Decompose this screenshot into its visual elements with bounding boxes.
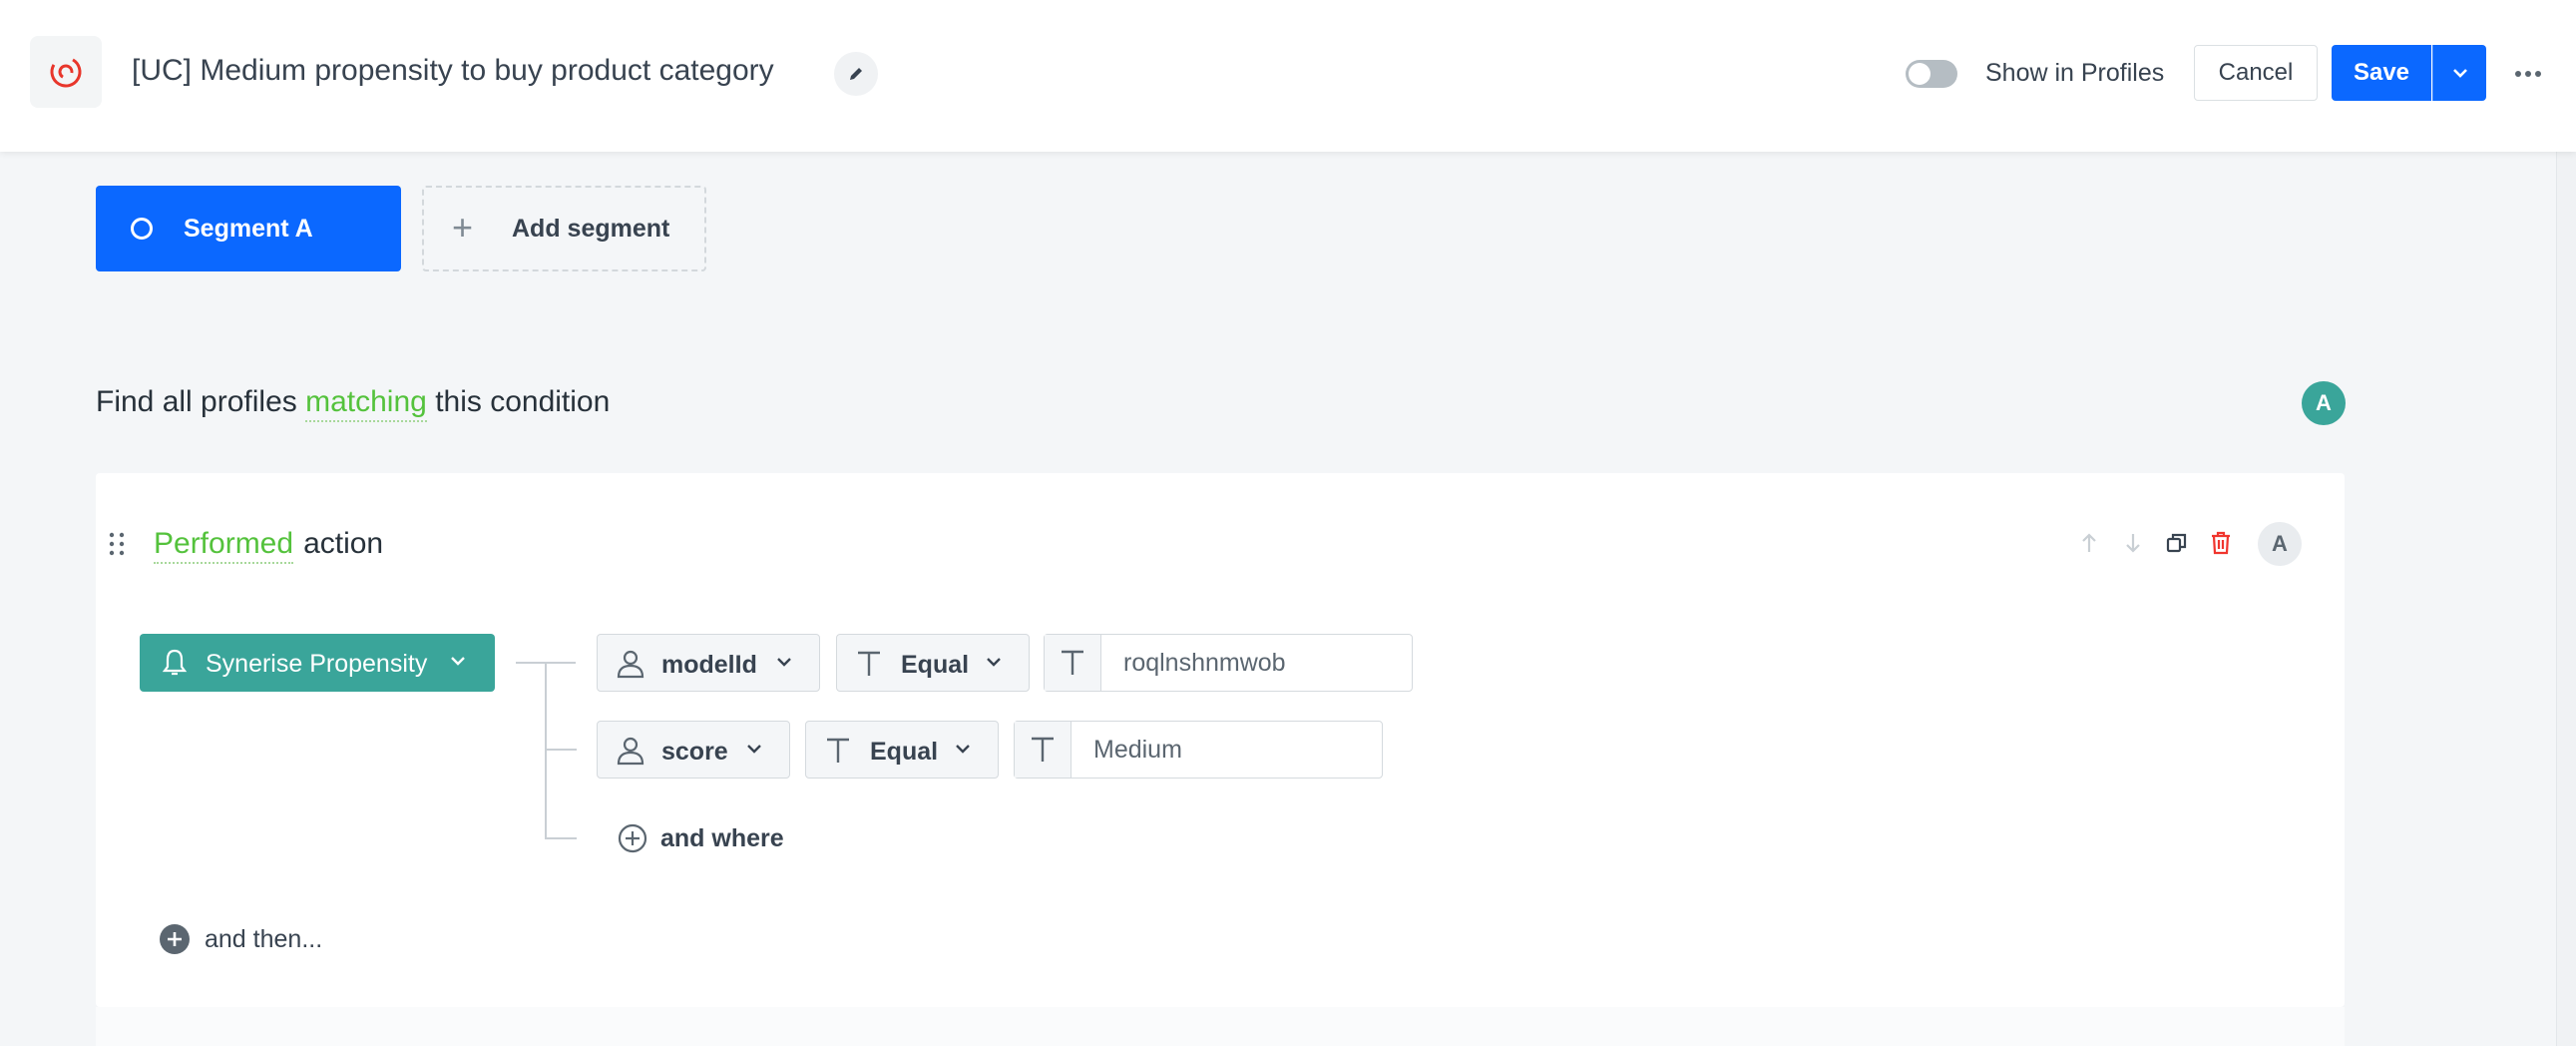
step-suffix: action [303, 527, 384, 560]
value-field [1044, 634, 1413, 692]
user-icon [617, 650, 644, 679]
operator-name: Equal [901, 651, 970, 679]
chevron-down-icon [777, 658, 791, 667]
plus-icon: + [452, 207, 474, 248]
segment-a-tab[interactable]: Segment A [96, 186, 401, 271]
parameter-name: modelId [661, 651, 757, 679]
value-type-toggle[interactable] [1045, 635, 1101, 691]
show-in-profiles-label: Show in Profiles [1985, 59, 2165, 87]
operator-selector[interactable]: Equal [836, 634, 1030, 692]
and-where-label: and where [660, 824, 784, 852]
parameter-selector[interactable]: score [597, 721, 790, 779]
parameter-selector[interactable]: modelId [597, 634, 820, 692]
show-in-profiles-toggle[interactable] [1906, 60, 1957, 88]
user-icon [617, 737, 644, 766]
scrollbar[interactable] [2556, 152, 2576, 1046]
step-avatar[interactable]: A [2258, 522, 2302, 566]
and-then-label: and then... [205, 925, 323, 953]
parameter-name: score [661, 738, 728, 766]
segment-circle-icon [131, 218, 153, 240]
value-input[interactable] [1072, 722, 1383, 778]
text-type-icon [1032, 737, 1054, 762]
value-type-toggle[interactable] [1015, 722, 1072, 778]
save-options-button[interactable] [2432, 45, 2486, 101]
performed-selector[interactable]: Performed [154, 527, 294, 564]
cancel-button[interactable]: Cancel [2194, 45, 2318, 101]
pencil-icon [850, 68, 862, 80]
more-options-button[interactable] [2506, 52, 2550, 96]
operator-name: Equal [870, 738, 939, 766]
trash-icon [2212, 531, 2230, 555]
duplicate-button[interactable] [2163, 529, 2191, 557]
connector-line [545, 749, 577, 751]
matching-selector[interactable]: matching [305, 385, 427, 422]
chevron-down-icon [956, 745, 970, 754]
operator-selector[interactable]: Equal [805, 721, 999, 779]
more-horizontal-icon [2515, 71, 2541, 77]
event-name: Synerise Propensity [206, 650, 428, 678]
plus-filled-icon [160, 924, 190, 954]
chevron-down-icon [2452, 69, 2467, 78]
condition-heading: Find all profiles matching this conditio… [96, 385, 611, 422]
add-segment-label: Add segment [512, 215, 670, 243]
edit-title-button[interactable] [834, 52, 878, 96]
event-selector[interactable]: Synerise Propensity [140, 634, 495, 692]
arrow-down-icon [2126, 534, 2140, 553]
condition-prefix: Find all profiles [96, 385, 297, 418]
text-type-icon [1062, 650, 1083, 675]
condition-suffix: this condition [435, 385, 611, 418]
text-type-icon [858, 651, 880, 676]
add-segment-button[interactable]: + Add segment [422, 186, 706, 271]
value-field [1014, 721, 1383, 779]
drag-handle-icon[interactable] [108, 531, 126, 557]
text-type-icon [827, 738, 849, 763]
segment-a-label: Segment A [184, 215, 313, 243]
bell-icon [162, 649, 188, 676]
synerise-logo-icon [50, 56, 82, 88]
duplicate-icon [2166, 533, 2187, 553]
move-up-button[interactable] [2075, 529, 2103, 557]
step-heading: Performed action [154, 527, 384, 564]
condition-avatar[interactable]: A [2302, 381, 2346, 425]
toggle-knob [1909, 63, 1931, 85]
top-bar: [UC] Medium propensity to buy product ca… [0, 0, 2576, 152]
delete-button[interactable] [2207, 529, 2235, 557]
page-title: [UC] Medium propensity to buy product ca… [132, 54, 774, 87]
save-button[interactable]: Save [2332, 45, 2431, 101]
arrow-up-icon [2082, 533, 2096, 552]
move-down-button[interactable] [2119, 529, 2147, 557]
next-card-edge [96, 1007, 2345, 1046]
chevron-down-icon [987, 658, 1001, 667]
app-logo[interactable] [30, 36, 102, 108]
chevron-down-icon [451, 657, 465, 666]
connector-line [545, 837, 577, 839]
plus-circle-icon [618, 823, 647, 853]
chevron-down-icon [747, 745, 761, 754]
value-input[interactable] [1101, 635, 1413, 691]
